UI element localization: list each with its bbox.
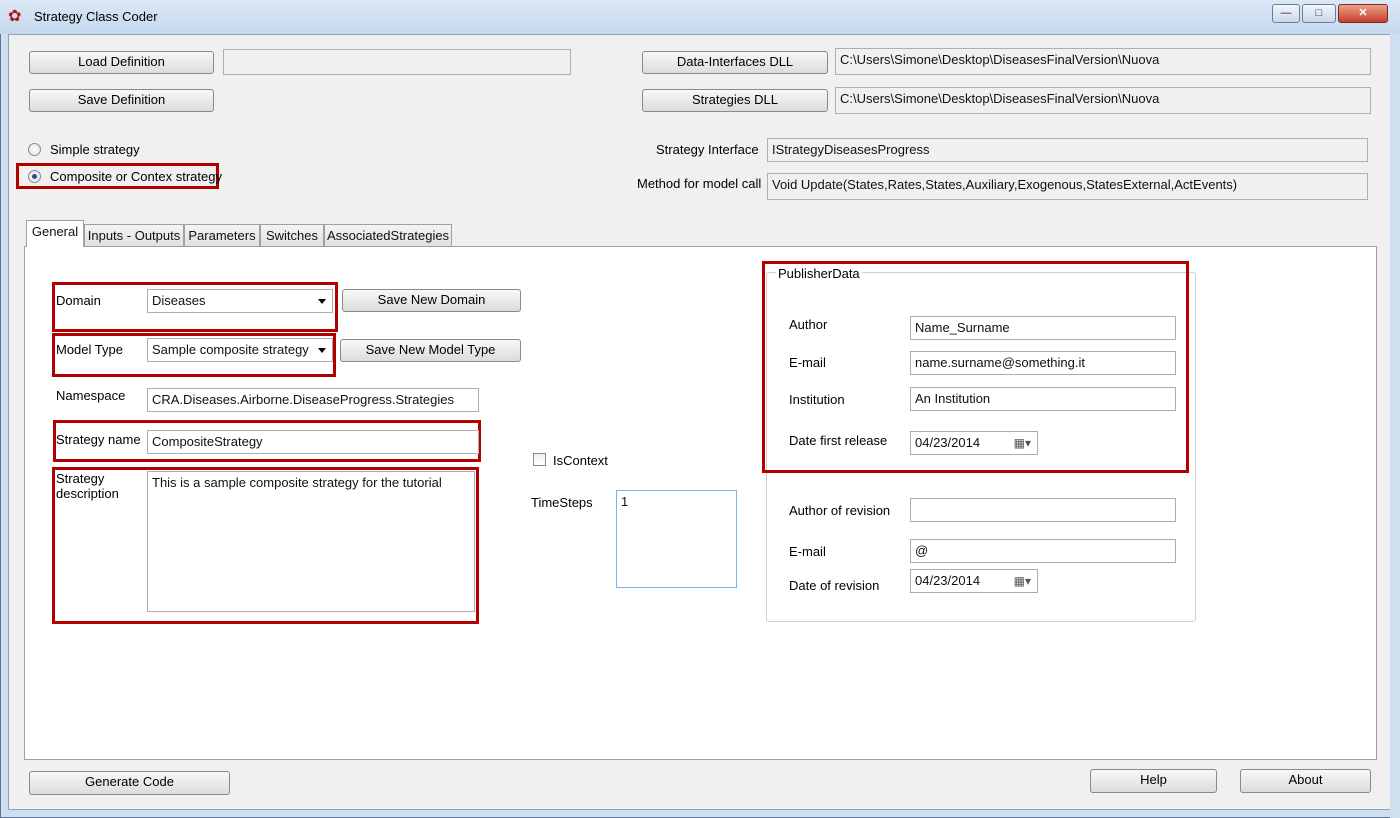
save-new-model-type-button[interactable]: Save New Model Type: [340, 339, 521, 362]
domain-value: Diseases: [152, 293, 206, 308]
data-interfaces-path-field: C:\Users\Simone\Desktop\DiseasesFinalVer…: [835, 48, 1371, 75]
strategies-dll-button[interactable]: Strategies DLL: [642, 89, 828, 112]
timesteps-field[interactable]: 1: [616, 490, 737, 588]
namespace-label: Namespace: [56, 388, 126, 403]
load-definition-button[interactable]: Load Definition: [29, 51, 214, 74]
model-type-combobox[interactable]: Sample composite strategy: [147, 338, 333, 362]
about-button[interactable]: About: [1240, 769, 1371, 793]
strategy-interface-field: IStrategyDiseasesProgress: [767, 138, 1368, 162]
close-button[interactable]: ✕: [1338, 4, 1388, 23]
tab-inputs-outputs[interactable]: Inputs - Outputs: [84, 224, 184, 246]
is-context-checkbox[interactable]: [533, 453, 546, 466]
date-revision-value: 04/23/2014: [915, 573, 981, 588]
domain-combobox[interactable]: Diseases: [147, 289, 333, 313]
institution-field[interactable]: An Institution: [910, 387, 1176, 411]
generate-code-button[interactable]: Generate Code: [29, 771, 230, 795]
date-first-release-value: 04/23/2014: [915, 435, 981, 450]
email-revision-field[interactable]: @: [910, 539, 1176, 563]
is-context-label: IsContext: [553, 453, 608, 468]
composite-strategy-label: Composite or Contex strategy: [50, 169, 222, 184]
chevron-down-icon: [318, 348, 326, 353]
model-type-label: Model Type: [56, 342, 123, 357]
chevron-down-icon: [318, 299, 326, 304]
composite-strategy-radio[interactable]: [28, 170, 41, 183]
minimize-button[interactable]: —: [1272, 4, 1300, 23]
help-button[interactable]: Help: [1090, 769, 1217, 793]
email-revision-label: E-mail: [789, 544, 826, 559]
save-new-domain-button[interactable]: Save New Domain: [342, 289, 521, 312]
method-model-call-label: Method for model call: [637, 176, 762, 191]
title-bar: ✿ Strategy Class Coder — □ ✕: [0, 0, 1400, 34]
strategy-description-textarea[interactable]: This is a sample composite strategy for …: [147, 471, 475, 612]
author-revision-field[interactable]: [910, 498, 1176, 522]
tab-general[interactable]: General: [26, 220, 84, 247]
date-first-release-label: Date first release: [789, 433, 888, 448]
maximize-button[interactable]: □: [1302, 4, 1336, 23]
calendar-icon[interactable]: ▦▾: [1014, 436, 1031, 450]
calendar-icon[interactable]: ▦▾: [1014, 574, 1031, 588]
namespace-field[interactable]: CRA.Diseases.Airborne.DiseaseProgress.St…: [147, 388, 479, 412]
tab-switches[interactable]: Switches: [260, 224, 324, 246]
strategy-interface-label: Strategy Interface: [656, 142, 759, 157]
window-right-border: [1390, 34, 1400, 818]
date-first-release-picker[interactable]: 04/23/2014 ▦▾: [910, 431, 1038, 455]
institution-label: Institution: [789, 392, 845, 407]
date-revision-label: Date of revision: [789, 578, 880, 593]
tab-associated-strategies[interactable]: AssociatedStrategies: [324, 224, 452, 246]
window-title: Strategy Class Coder: [34, 9, 158, 24]
author-field[interactable]: Name_Surname: [910, 316, 1176, 340]
data-interfaces-dll-button[interactable]: Data-Interfaces DLL: [642, 51, 828, 74]
author-revision-label: Author of revision: [789, 503, 891, 518]
model-type-value: Sample composite strategy: [152, 342, 309, 357]
email-field[interactable]: name.surname@something.it: [910, 351, 1176, 375]
simple-strategy-label: Simple strategy: [50, 142, 140, 157]
tab-parameters[interactable]: Parameters: [184, 224, 260, 246]
strategy-name-field[interactable]: CompositeStrategy: [147, 430, 479, 454]
load-path-field: [223, 49, 571, 75]
strategies-path-field: C:\Users\Simone\Desktop\DiseasesFinalVer…: [835, 87, 1371, 114]
save-definition-button[interactable]: Save Definition: [29, 89, 214, 112]
author-label: Author: [789, 317, 828, 332]
app-logo-icon: ✿: [8, 8, 22, 25]
timesteps-label: TimeSteps: [531, 495, 593, 510]
email-label: E-mail: [789, 355, 826, 370]
domain-label: Domain: [56, 293, 101, 308]
strategy-name-label: Strategy name: [56, 432, 141, 447]
publisher-data-legend: PublisherData: [776, 266, 862, 281]
strategy-description-label: Strategy description: [56, 471, 119, 501]
method-model-call-field: Void Update(States,Rates,States,Auxiliar…: [767, 173, 1368, 200]
date-revision-picker[interactable]: 04/23/2014 ▦▾: [910, 569, 1038, 593]
simple-strategy-radio[interactable]: [28, 143, 41, 156]
